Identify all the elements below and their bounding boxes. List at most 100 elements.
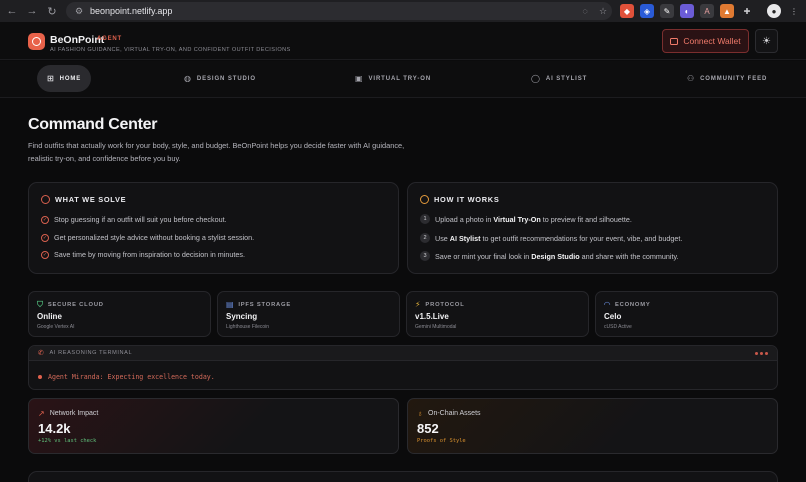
stat-subtext: cUSD Active [604,324,632,330]
profile-avatar-icon[interactable]: ● [767,4,781,18]
stat-header: ▤ IPFS STORAGE [226,300,291,309]
eye-off-icon[interactable]: ◌ [576,6,594,16]
terminal-dots [755,352,768,355]
how-it-works-heading: HOW IT WORKS [420,195,499,204]
nav-label-ai-stylist: AI STYLIST [545,75,588,82]
sun-icon: ☀ [762,35,771,47]
stat-label: IPFS STORAGE [238,301,292,308]
url-text[interactable]: beonpoint.netlify.app [90,6,576,16]
pen-tool-icon[interactable]: ✎ [660,4,674,18]
lightning-icon: ⚡ [415,300,422,309]
nav-item-community-feed[interactable]: ⚇ COMMUNITY FEED [687,65,767,92]
back-button[interactable]: ← [2,0,22,22]
metric-subtext: Proofs of Style [417,438,466,444]
step-number: 3 [420,251,430,261]
stat-card-ipfs-storage: ▤ IPFS STORAGE Syncing Lighthouse Fileco… [217,291,400,337]
metric-label: On-Chain Assets [428,410,481,417]
theme-toggle-button[interactable]: ☀ [755,29,778,53]
bookmark-star-icon[interactable]: ☆ [594,6,612,17]
step-text: Upload a photo in Virtual Try-On to prev… [435,214,632,224]
nav-label-design-studio: DESIGN STUDIO [196,75,256,82]
puzzle-icon[interactable]: ✚ [740,4,754,18]
what-we-solve-card: WHAT WE SOLVE ✓ Stop guessing if an outf… [28,182,399,274]
a-letter-icon[interactable]: A [700,4,714,18]
shield-check-icon: ⛉ [37,300,44,309]
stat-card-protocol: ⚡ PROTOCOL v1.5.Live Gemini Multimodal [406,291,589,337]
brand-tagline: AI FASHION GUIDANCE, VIRTUAL TRY-ON, AND… [50,47,291,53]
forward-button[interactable]: → [22,0,42,22]
stat-label: SECURE CLOUD [47,302,104,308]
page-title: Command Center [28,116,158,133]
metric-value: 14.2k [38,421,71,436]
chat-bubble-icon: ◯ [531,74,541,83]
brand-logo-icon[interactable] [28,33,45,50]
metric-value: 852 [417,421,439,436]
browser-menu-icon[interactable]: ⋮ [787,4,801,18]
ai-reasoning-terminal: ✆ AI REASONING TERMINAL Agent Miranda: E… [28,345,778,390]
palette-icon: ◍ [184,74,192,83]
nav-item-design-studio[interactable]: ◍ DESIGN STUDIO [184,65,256,92]
check-circle-icon: ✓ [41,215,49,224]
users-icon: ⚇ [687,74,696,83]
stat-card-secure-cloud: ⛉ SECURE CLOUD Online Google Vertex AI [28,291,211,337]
stat-value: Celo [604,312,622,321]
nav-item-home[interactable]: ⊞ HOME [37,65,92,92]
bitwarden-shield-icon[interactable]: ◈ [640,4,654,18]
fox-icon[interactable]: ▲ [720,4,734,18]
terminal-line-text: Agent Miranda: Expecting excellence toda… [48,373,215,381]
what-we-solve-heading: WHAT WE SOLVE [41,195,126,204]
browser-toolbar: ← → ↻ ⚙ beonpoint.netlify.app ◌ ☆ ◆ ◈ ✎ … [0,0,806,22]
stat-card-economy: ◠ ECONOMY Celo cUSD Active [595,291,778,337]
solve-item: ✓ Save time by moving from inspiration t… [41,250,245,259]
terminal-title: AI REASONING TERMINAL [49,350,133,356]
metric-card-on-chain-assets: ♁ On-Chain Assets 852 Proofs of Style [407,398,778,454]
metric-label: Network Impact [49,410,99,417]
database-icon: ▤ [226,300,235,309]
page-intro: Find outfits that actually work for your… [28,141,405,163]
nav-item-ai-stylist[interactable]: ◯ AI STYLIST [531,65,587,92]
trend-up-icon: ↗ [38,409,45,418]
stat-header: ◠ ECONOMY [604,300,651,309]
step-text: Save or mint your final look in Design S… [435,251,679,261]
check-circle-icon: ✓ [41,233,49,242]
stat-value: Online [37,312,62,321]
metric-header: ♁ On-Chain Assets [417,409,481,418]
target-icon [41,195,50,204]
nav-label-virtual-try-on: VIRTUAL TRY-ON [368,75,432,82]
grid-icon: ⊞ [47,74,55,83]
terminal-header: ✆ AI REASONING TERMINAL [29,346,777,361]
status-dot [38,375,42,379]
brand-tag: AGENT [97,36,122,42]
connect-wallet-label: Connect Wallet [683,36,741,46]
what-we-solve-title: WHAT WE SOLVE [55,195,127,204]
metric-card-network-impact: ↗ Network Impact 14.2k +12% vs last chec… [28,398,399,454]
solve-item-text: Save time by moving from inspiration to … [54,250,245,259]
medal-icon: ♁ [417,409,423,418]
nav-label-home: HOME [59,75,82,82]
stat-label: ECONOMY [614,301,651,308]
step-text: Use AI Stylist to get outfit recommendat… [435,233,683,243]
metric-subtext: +12% vs last check [38,438,97,444]
app-header: BeOnPoint AGENT AI FASHION GUIDANCE, VIR… [0,22,806,60]
solve-item: ✓ Get personalized style advice without … [41,233,254,242]
brave-shield-icon[interactable]: ◆ [620,4,634,18]
site-settings-icon[interactable]: ⚙ [71,6,87,17]
how-step: 3 Save or mint your final look in Design… [420,251,679,261]
connect-wallet-button[interactable]: Connect Wallet [662,29,749,53]
how-step: 2 Use AI Stylist to get outfit recommend… [420,233,682,243]
stat-value: v1.5.Live [415,312,449,321]
solve-item-text: Stop guessing if an outfit will suit you… [54,215,227,224]
how-it-works-card: HOW IT WORKS 1 Upload a photo in Virtual… [407,182,778,274]
stat-subtext: Google Vertex AI [37,324,75,330]
step-number: 2 [420,233,430,243]
next-section-card [28,471,778,482]
address-bar[interactable]: ⚙ beonpoint.netlify.app ◌ ☆ [66,2,612,20]
reload-button[interactable]: ↻ [42,0,62,22]
nav-item-virtual-try-on[interactable]: ▣ VIRTUAL TRY-ON [355,65,431,92]
vpn-icon[interactable]: ◐ [680,4,694,18]
stat-label: PROTOCOL [425,301,465,308]
stat-subtext: Lighthouse Filecoin [226,324,270,330]
nav-label-community-feed: COMMUNITY FEED [700,75,768,82]
phone-icon: ✆ [38,350,45,357]
camera-icon: ▣ [355,74,364,83]
